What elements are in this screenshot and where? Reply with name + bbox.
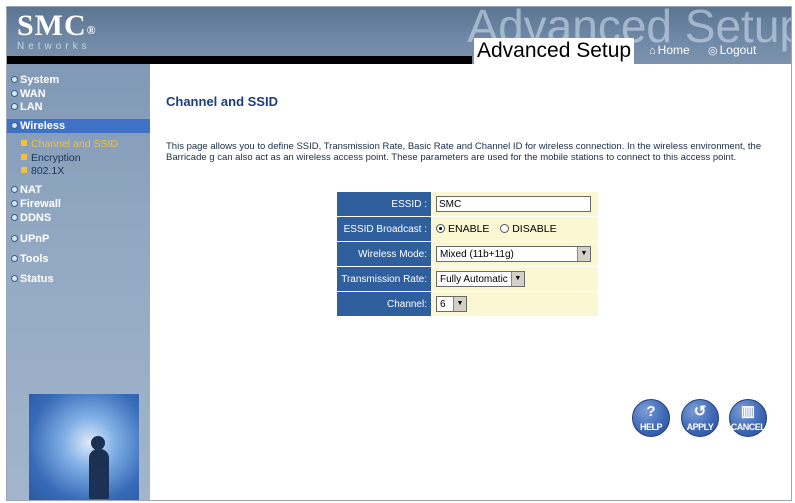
bullet-icon — [11, 76, 18, 83]
apply-button[interactable]: ↺ APPLY — [681, 399, 719, 437]
wireless-mode-label: Wireless Mode: — [337, 242, 431, 266]
table-row: ESSID Broadcast : ENABLE DISABLE — [337, 217, 598, 241]
bullet-icon — [21, 167, 27, 173]
sidebar-subitem-encryption[interactable]: Encryption — [21, 152, 81, 164]
browser-frame: SMC® Networks Advanced Setup Advanced Se… — [6, 6, 792, 501]
dropdown-arrow-icon: ▼ — [510, 272, 524, 286]
radio-selected-icon — [436, 224, 445, 233]
table-row: Transmission Rate: Fully Automatic ▼ — [337, 267, 598, 291]
sidebar-item-nat[interactable]: NAT — [11, 184, 42, 196]
sidebar-item-upnp[interactable]: UPnP — [11, 233, 49, 245]
trash-icon: ▥ — [740, 403, 756, 420]
bullet-icon — [11, 122, 18, 129]
bullet-icon — [11, 235, 18, 242]
page-description: This page allows you to define SSID, Tra… — [166, 141, 762, 163]
broadcast-disable-radio[interactable]: DISABLE — [500, 223, 557, 235]
bullet-icon — [11, 200, 18, 207]
transmission-rate-select[interactable]: Fully Automatic ▼ — [436, 271, 525, 287]
header: SMC® Networks Advanced Setup Advanced Se… — [7, 7, 791, 64]
radio-unselected-icon — [500, 224, 510, 233]
transmission-rate-label: Transmission Rate: — [337, 267, 431, 291]
title-strip — [7, 56, 472, 64]
sidebar-item-tools[interactable]: Tools — [11, 253, 49, 265]
wireless-settings-table: ESSID : ESSID Broadcast : ENABLE DISABLE… — [336, 191, 599, 317]
sidebar-illustration — [29, 394, 139, 500]
essid-label: ESSID : — [337, 192, 431, 216]
channel-label: Channel: — [337, 292, 431, 316]
bullet-icon — [11, 90, 18, 97]
sidebar-subitem-channel-ssid[interactable]: Channel and SSID — [21, 138, 118, 150]
essid-input[interactable] — [436, 196, 591, 212]
bullet-icon — [21, 140, 27, 146]
person-figure — [89, 449, 109, 499]
sidebar-item-wireless[interactable]: Wireless — [7, 119, 150, 133]
sidebar-item-wan[interactable]: WAN — [11, 88, 46, 100]
bullet-icon — [11, 275, 18, 282]
dropdown-arrow-icon: ▼ — [453, 297, 466, 311]
table-row: Wireless Mode: Mixed (11b+11g) ▼ — [337, 242, 598, 266]
table-row: ESSID : — [337, 192, 598, 216]
bullet-icon — [11, 214, 18, 221]
bullet-icon — [21, 154, 27, 160]
bullet-icon — [11, 103, 18, 110]
sidebar-item-lan[interactable]: LAN — [11, 101, 43, 113]
help-button[interactable]: ? HELP — [632, 399, 670, 437]
sidebar-subitem-8021x[interactable]: 802.1X — [21, 165, 64, 177]
person-figure-head — [91, 436, 105, 450]
sidebar: System WAN LAN Wireless Channel and SSID… — [7, 64, 150, 500]
main-content: Channel and SSID This page allows you to… — [150, 64, 791, 500]
channel-select[interactable]: 6 ▼ — [436, 296, 467, 312]
bullet-icon — [11, 186, 18, 193]
home-icon: ⌂ — [649, 45, 656, 57]
wireless-mode-select[interactable]: Mixed (11b+11g) ▼ — [436, 246, 591, 262]
question-icon: ? — [646, 403, 656, 420]
table-row: Channel: 6 ▼ — [337, 292, 598, 316]
sidebar-item-ddns[interactable]: DDNS — [11, 212, 51, 224]
sidebar-item-system[interactable]: System — [11, 74, 59, 86]
logout-icon: ◎ — [708, 45, 718, 57]
page-title: Channel and SSID — [166, 94, 278, 109]
logout-link[interactable]: ◎ Logout — [708, 43, 756, 57]
smc-logo: SMC® Networks — [17, 9, 97, 52]
page-header-title: Advanced Setup — [474, 38, 635, 64]
broadcast-enable-radio[interactable]: ENABLE — [436, 223, 489, 235]
dropdown-arrow-icon: ▼ — [577, 247, 590, 261]
home-link[interactable]: ⌂ Home — [649, 43, 690, 57]
sidebar-item-status[interactable]: Status — [11, 273, 54, 285]
apply-icon: ↺ — [693, 403, 707, 420]
cancel-button[interactable]: ▥ CANCEL — [729, 399, 767, 437]
bullet-icon — [11, 255, 18, 262]
sidebar-item-firewall[interactable]: Firewall — [11, 198, 61, 210]
essid-broadcast-label: ESSID Broadcast : — [337, 217, 431, 241]
